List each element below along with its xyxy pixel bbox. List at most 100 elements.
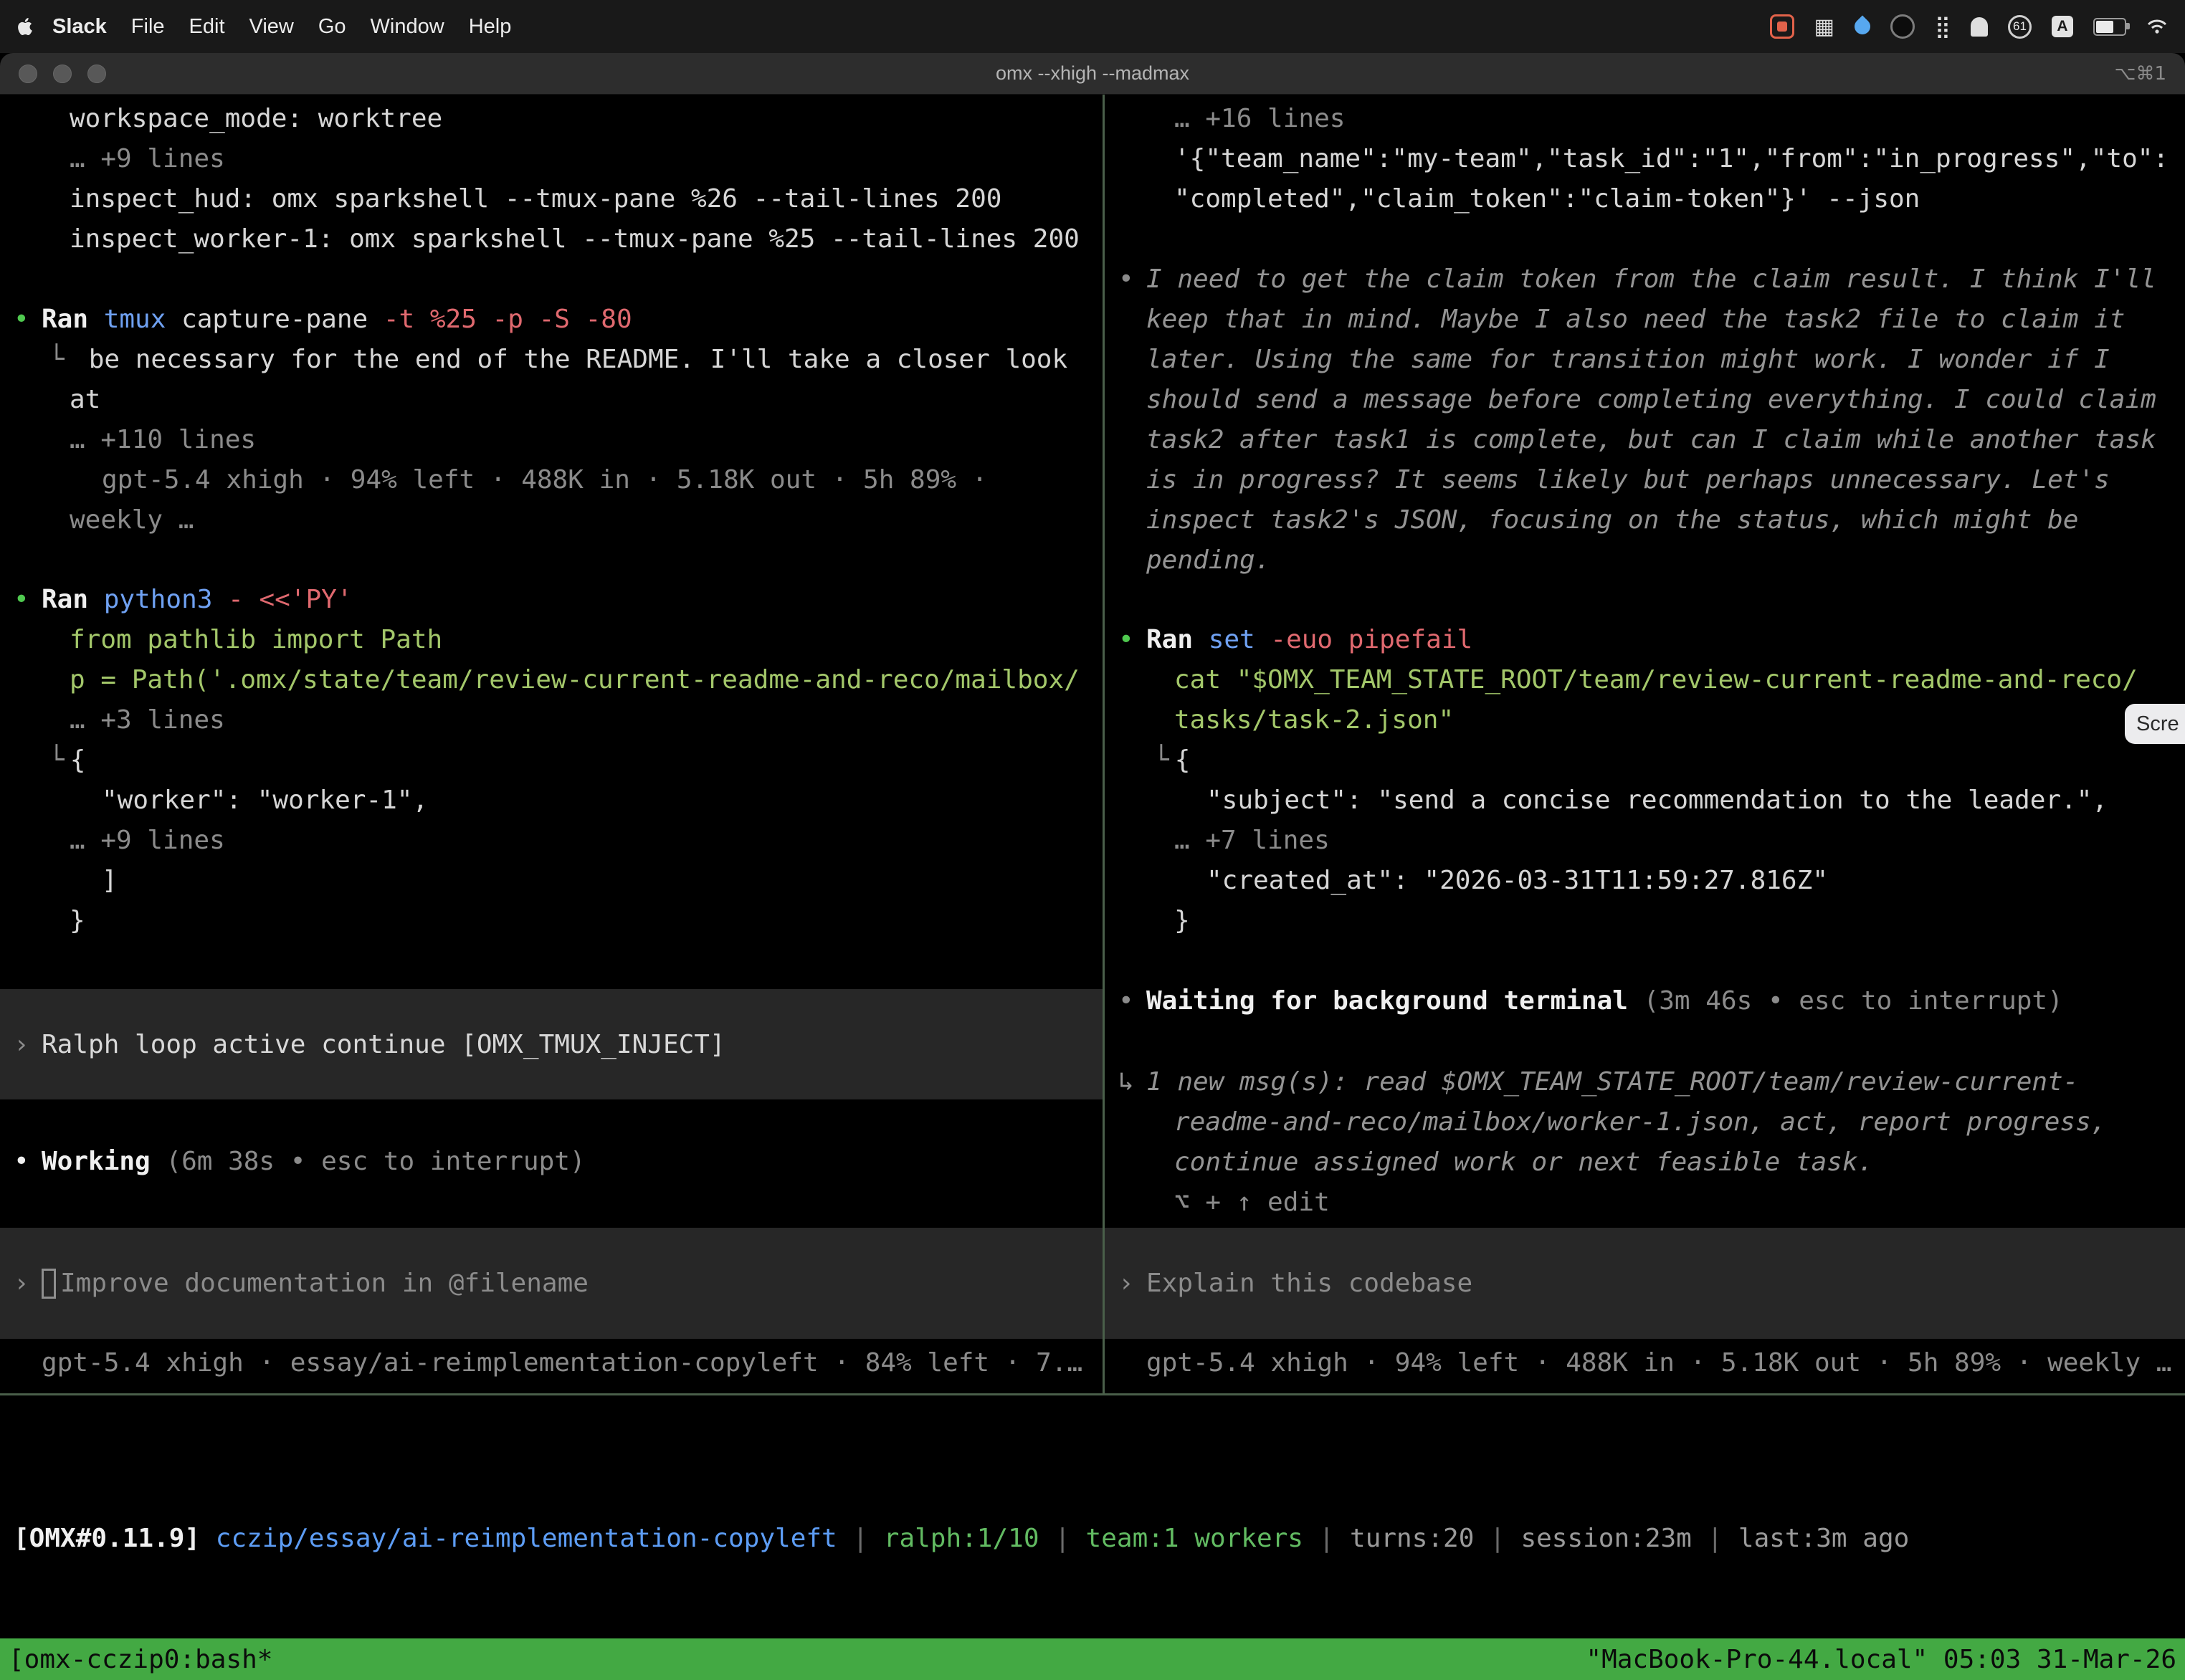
tmux-pane-left[interactable]: workspace_mode: worktree … +9 lines insp… <box>0 95 1103 1393</box>
arrow-icon: ↳ <box>1118 1067 1146 1097</box>
tmux-status-bar: [omx-cczip0:bash* "MacBook-Pro-44.local"… <box>0 1638 2185 1680</box>
waiting-detail: (3m 46s • esc to interrupt) <box>1628 986 2063 1016</box>
ran-label: Ran <box>42 305 88 334</box>
output-line: ] <box>0 860 1103 900</box>
command: tmux <box>88 305 166 334</box>
elbow-icon: └ <box>1153 745 1169 775</box>
ran-label: Ran <box>1146 625 1193 654</box>
more-lines: … +3 lines <box>0 700 1103 740</box>
thinking-line: later. Using the same for transition mig… <box>1105 339 2185 379</box>
ghost-icon[interactable] <box>1971 17 1988 37</box>
apple-menu[interactable] <box>17 16 40 37</box>
droplet-icon[interactable] <box>1851 15 1873 37</box>
menu-app-name[interactable]: Slack <box>40 15 119 39</box>
wifi-icon[interactable] <box>2146 18 2168 35</box>
inbox-line: readme-and-reco/mailbox/worker-1.json, a… <box>1105 1102 2185 1142</box>
code-line: p = Path('.omx/state/team/review-current… <box>0 659 1103 700</box>
window-title-bar[interactable]: omx --xhigh --madmax ⌥⌘1 <box>0 53 2185 95</box>
pane-divider-vertical[interactable] <box>1103 95 1105 1395</box>
thinking-line: is in progress? It seems likely but perh… <box>1105 459 2185 500</box>
close-button[interactable] <box>19 65 37 83</box>
output-line: } <box>1105 900 2185 940</box>
menu-help[interactable]: Help <box>457 15 524 39</box>
ralph-loop-banner: ›Ralph loop active continue [OMX_TMUX_IN… <box>0 989 1103 1099</box>
output-line: "subject": "send a concise recommendatio… <box>1105 780 2185 820</box>
pane-status-right: gpt-5.4 xhigh · 94% left · 488K in · 5.1… <box>1105 1342 2185 1383</box>
lens-icon[interactable] <box>1890 14 1915 39</box>
more-lines: … +110 lines <box>0 419 1103 459</box>
flags: -t %25 -p -S -80 <box>368 305 632 334</box>
chevron-icon: › <box>14 1030 42 1059</box>
omx-repo: cczip/essay/ai-reimplementation-copyleft <box>200 1524 837 1553</box>
code-line: from pathlib import Path <box>0 619 1103 659</box>
menu-bar-left: Slack File Edit View Go Window Help <box>17 15 523 39</box>
dots-grid-icon[interactable]: ⣿ <box>1935 14 1951 39</box>
menu-bar-status-icons: ▦ ⣿ 61 A <box>1770 14 2168 39</box>
omx-session: session:23m <box>1520 1524 1691 1553</box>
input-source-icon[interactable]: A <box>2052 16 2073 37</box>
output-line: "created_at": "2026-03-31T11:59:27.816Z" <box>1105 860 2185 900</box>
screen-record-icon[interactable] <box>1770 14 1794 39</box>
menu-window[interactable]: Window <box>358 15 457 39</box>
omx-last: last:3m ago <box>1738 1524 1909 1553</box>
pane-status-left: gpt-5.4 xhigh · essay/ai-reimplementatio… <box>0 1342 1103 1383</box>
menu-go[interactable]: Go <box>306 15 358 39</box>
thinking-line: task2 after task1 is complete, but can I… <box>1105 419 2185 459</box>
prompt-input-left[interactable]: ›Improve documentation in @filename <box>0 1228 1103 1339</box>
pane-divider-horizontal[interactable] <box>0 1393 2185 1395</box>
omx-turns: turns:20 <box>1350 1524 1474 1553</box>
menu-file[interactable]: File <box>119 15 177 39</box>
output-line: └{ <box>0 740 1103 780</box>
terminal-line: "completed","claim_token":"claim-token"}… <box>1105 178 2185 219</box>
inbox-message-block: ↳1 new msg(s): read $OMX_TEAM_STATE_ROOT… <box>1105 1061 2185 1222</box>
prompt-placeholder: Explain this codebase <box>1146 1269 1472 1298</box>
ran-python-block: •Ran python3 - <<'PY' from pathlib impor… <box>0 579 1103 940</box>
terminal-line: workspace_mode: worktree <box>0 98 1103 138</box>
working-detail: (6m 38s • esc to interrupt) <box>151 1147 586 1176</box>
output-line: } <box>0 900 1103 940</box>
screen-share-pill[interactable]: Scre <box>2125 704 2185 744</box>
menu-edit[interactable]: Edit <box>177 15 237 39</box>
menu-view[interactable]: View <box>237 15 306 39</box>
output-line: at <box>0 379 1103 419</box>
subcommand: capture-pane <box>166 305 368 334</box>
screen-share-label: Scre <box>2136 712 2179 736</box>
omx-team: team:1 workers <box>1086 1524 1303 1553</box>
edit-hint: ⌥ + ↑ edit <box>1105 1182 2185 1222</box>
elbow-icon: └ <box>49 745 65 775</box>
zoom-button[interactable] <box>87 65 106 83</box>
elbow-icon: └ <box>49 345 65 374</box>
prompt-input-right[interactable]: ›Explain this codebase <box>1105 1228 2185 1339</box>
bullet-icon: • <box>1118 986 1146 1016</box>
inbox-line: continue assigned work or next feasible … <box>1105 1142 2185 1182</box>
code-line: cat "$OMX_TEAM_STATE_ROOT/team/review-cu… <box>1105 659 2185 700</box>
bullet-icon: • <box>14 585 42 614</box>
ran-cat-block: •Ran set -euo pipefail cat "$OMX_TEAM_ST… <box>1105 619 2185 940</box>
waiting-label: Waiting for background terminal <box>1146 986 1628 1016</box>
tmux-session-window: [omx-cczip0:bash* <box>9 1645 272 1674</box>
command: python3 <box>88 585 212 614</box>
command: set <box>1193 625 1255 654</box>
grid-icon[interactable]: ▦ <box>1814 14 1834 39</box>
ran-tmux-block: •Ran tmux capture-pane -t %25 -p -S -80 … <box>0 299 1103 540</box>
output-line: gpt-5.4 xhigh · 94% left · 488K in · 5.1… <box>0 459 1103 500</box>
working-label: Working <box>42 1147 151 1176</box>
omx-ralph: ralph:1/10 <box>884 1524 1039 1553</box>
omx-status-line: [OMX#0.11.9] cczip/essay/ai-reimplementa… <box>0 1518 2185 1558</box>
battery-icon[interactable] <box>2093 18 2126 36</box>
tmux-pane-right[interactable]: … +16 lines '{"team_name":"my-team","tas… <box>1105 95 2185 1393</box>
command-line: •Ran tmux capture-pane -t %25 -p -S -80 <box>0 299 1103 339</box>
thinking-line: inspect task2's JSON, focusing on the st… <box>1105 500 2185 540</box>
minimize-button[interactable] <box>53 65 72 83</box>
waiting-status-block: •Waiting for background terminal (3m 46s… <box>1105 980 2185 1021</box>
command-line: •Ran set -euo pipefail <box>1105 619 2185 659</box>
bullet-icon: • <box>14 305 42 334</box>
percent-ring-icon[interactable]: 61 <box>2008 15 2032 39</box>
code-line: tasks/task-2.json" <box>1105 700 2185 740</box>
more-lines: … +16 lines <box>1105 98 2185 138</box>
thinking-line: pending. <box>1105 540 2185 580</box>
flags: -euo pipefail <box>1255 625 1472 654</box>
status-line: gpt-5.4 xhigh · essay/ai-reimplementatio… <box>0 1342 1103 1383</box>
apple-logo-icon <box>17 16 34 37</box>
prompt-placeholder: Improve documentation in @filename <box>60 1269 589 1298</box>
